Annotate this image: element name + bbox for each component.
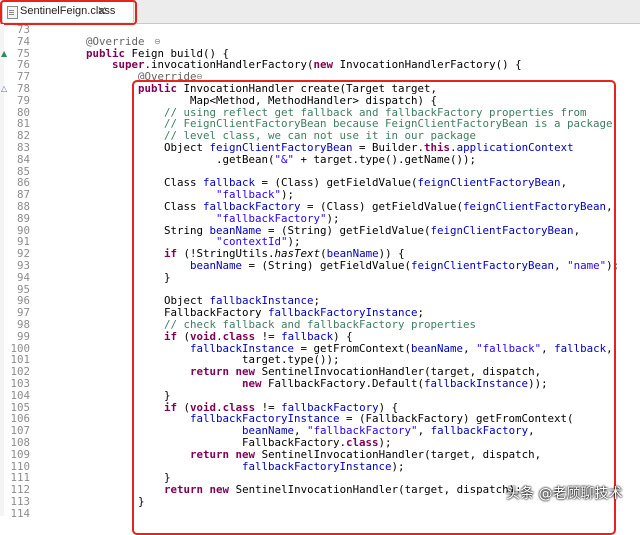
watermark: 头条 @老顾聊技术: [506, 486, 623, 502]
override-marker-icon[interactable]: ▲: [1, 48, 7, 60]
line-number: 89: [16, 211, 30, 225]
editor-tab-bar: SentinelFeign.class ✕: [0, 0, 640, 25]
line-number: 84: [16, 152, 30, 166]
tab-highlight-box: [0, 0, 137, 25]
line-number: 109: [10, 447, 30, 461]
line-number: 104: [10, 388, 30, 402]
line-number: 79: [16, 93, 30, 107]
override-marker-icon[interactable]: △: [1, 83, 7, 95]
line-number: 114: [10, 506, 30, 520]
code-token: InvocationHandlerFactory() {: [333, 58, 522, 72]
line-number: 99: [16, 329, 30, 343]
line-number: 74: [16, 34, 30, 48]
code-highlight-box: [132, 80, 616, 535]
code-token: new: [313, 58, 334, 72]
line-number: 94: [16, 270, 30, 284]
code-editor[interactable]: 73 74 ⊖ @Override 75 ▲ public Feign build() …: [0, 24, 640, 535]
